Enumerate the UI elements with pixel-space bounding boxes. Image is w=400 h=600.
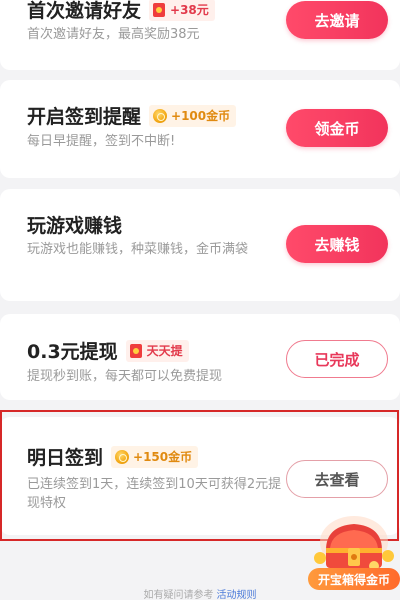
coin-icon: [115, 449, 130, 464]
activity-rules-link[interactable]: 活动规则: [217, 590, 257, 600]
claim-coins-button[interactable]: 领金币: [286, 109, 388, 147]
task-title: 玩游戏赚钱: [27, 211, 122, 238]
footer: 如有疑问请参考 活动规则: [0, 586, 400, 600]
task-description: 玩游戏也能赚钱，种菜赚钱，金币满袋: [27, 242, 249, 257]
completed-button[interactable]: 已完成: [286, 340, 388, 378]
task-title-text: 0.3元提现: [27, 341, 118, 363]
daily-withdraw-badge-text: 天天提: [146, 344, 183, 358]
task-title-text: 首次邀请好友: [27, 0, 142, 22]
reward-badge: +38元: [149, 0, 215, 21]
task-title: 0.3元提现 天天提: [27, 337, 189, 364]
red-packet-icon: [129, 343, 142, 358]
task-description: 每日早提醒，签到不中断!: [27, 134, 176, 149]
view-button[interactable]: 去查看: [286, 460, 388, 498]
task-title: 首次邀请好友 +38元: [27, 0, 215, 23]
task-title-text: 明日签到: [27, 447, 104, 469]
coin-badge: +100金币: [149, 104, 237, 127]
treasure-chest-widget[interactable]: 开宝箱得金币: [308, 512, 400, 592]
task-card-withdraw: 0.3元提现 天天提 提现秒到账，每天都可以免费提现 已完成: [0, 314, 400, 400]
task-title: 明日签到 +150金币: [27, 443, 199, 470]
coin-icon: [153, 108, 168, 123]
task-title-text: 开启签到提醒: [27, 106, 142, 128]
coin-badge: +150金币: [111, 445, 199, 468]
daily-withdraw-badge: 天天提: [125, 339, 189, 362]
reward-badge-text: +38元: [170, 3, 209, 17]
task-card-game: 玩游戏赚钱 玩游戏也能赚钱，种菜赚钱，金币满袋 去赚钱: [0, 189, 400, 301]
task-description: 已连续签到1天，连续签到10天可获得2元提现特权: [27, 477, 282, 511]
treasure-chest-icon: [314, 516, 394, 571]
task-description: 首次邀请好友，最高奖励38元: [27, 27, 200, 42]
coin-badge-text: +150金币: [133, 450, 193, 464]
task-card-invite: 首次邀请好友 +38元 首次邀请好友，最高奖励38元 去邀请: [0, 0, 400, 70]
footer-text: 如有疑问请参考: [143, 590, 214, 600]
invite-button[interactable]: 去邀请: [286, 1, 388, 39]
task-title: 开启签到提醒 +100金币: [27, 102, 237, 129]
task-description: 提现秒到账，每天都可以免费提现: [27, 369, 223, 384]
task-title-text: 玩游戏赚钱: [27, 215, 123, 237]
red-packet-icon: [153, 2, 166, 17]
coin-badge-text: +100金币: [171, 109, 231, 123]
earn-money-button[interactable]: 去赚钱: [286, 225, 388, 263]
task-card-checkin-reminder: 开启签到提醒 +100金币 每日早提醒，签到不中断! 领金币: [0, 80, 400, 178]
